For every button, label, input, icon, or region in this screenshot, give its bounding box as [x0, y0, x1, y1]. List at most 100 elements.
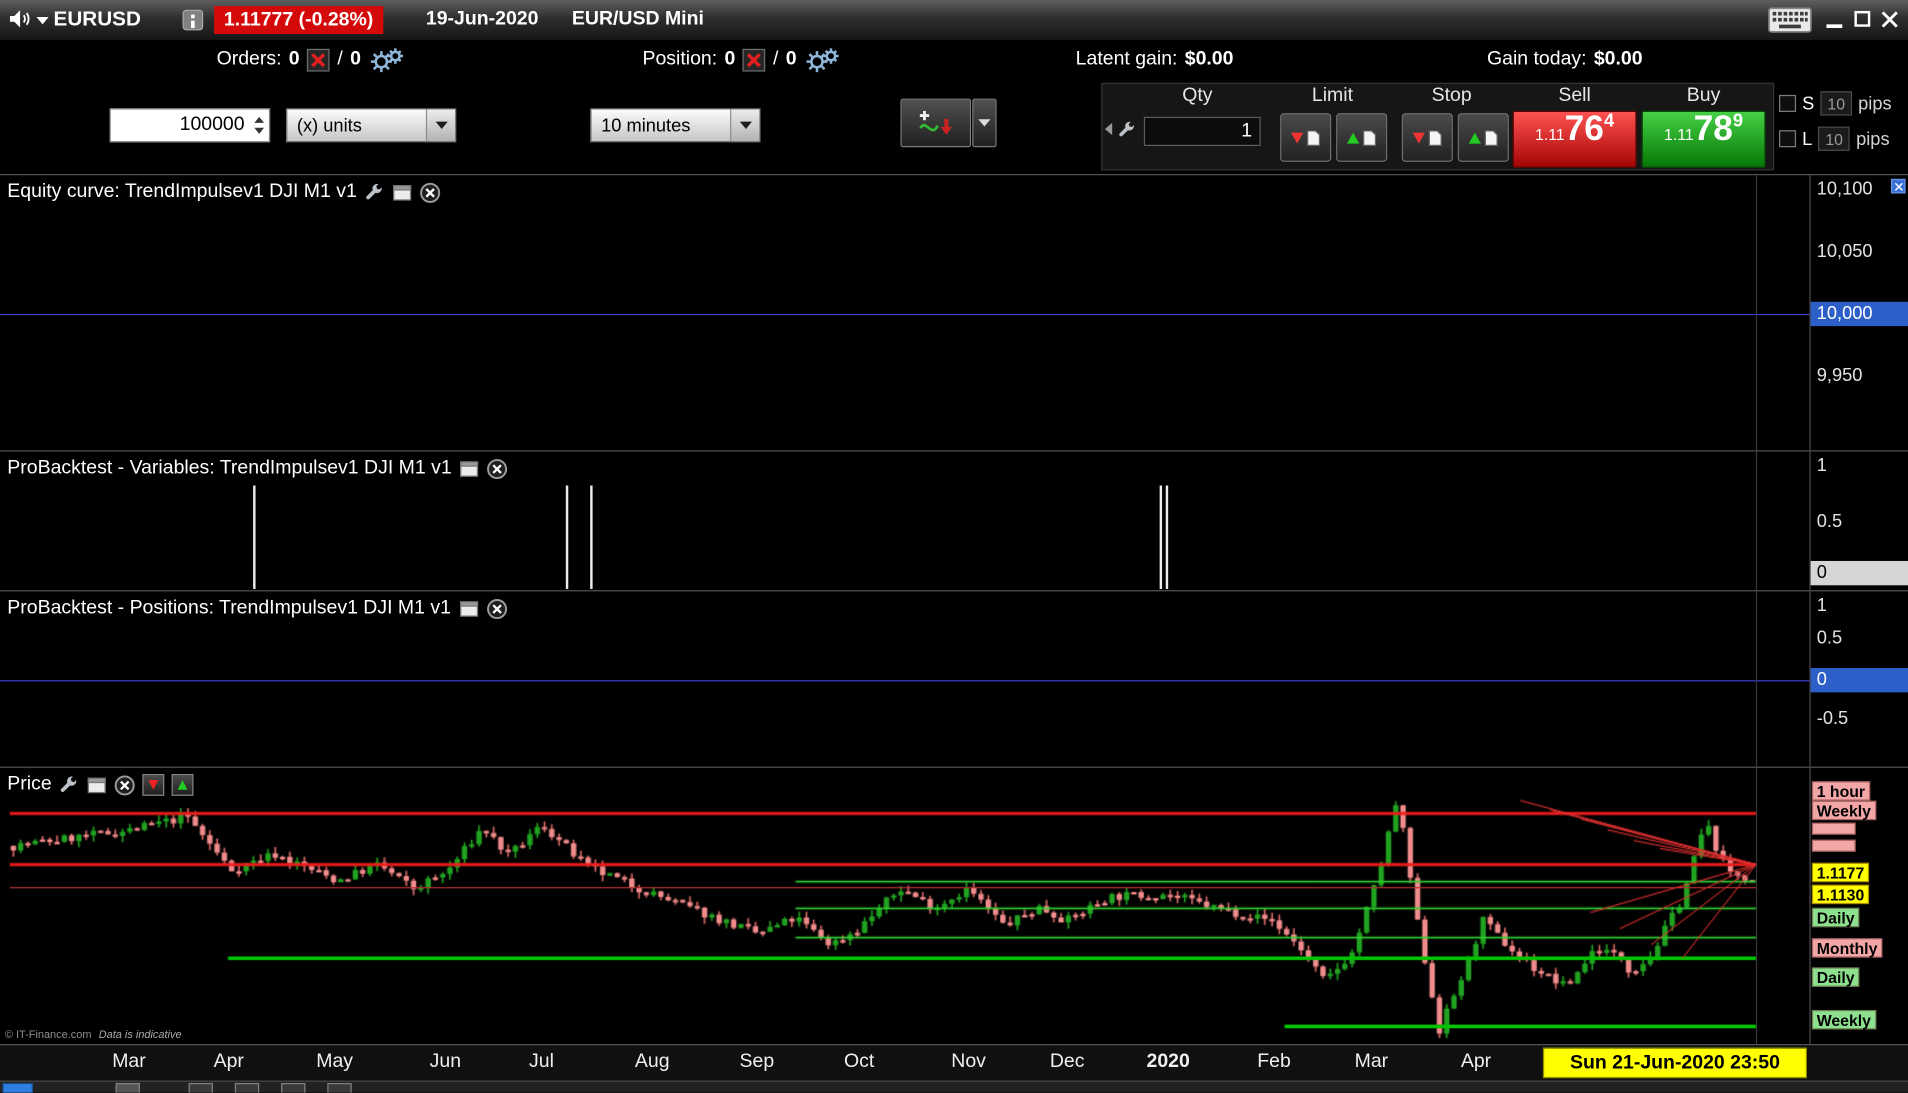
sell-price-prefix: 1.11	[1535, 125, 1565, 144]
bottom-toolbar-icon[interactable]	[327, 1082, 352, 1093]
position-separator: /	[773, 48, 779, 70]
buy-arrow-button[interactable]	[172, 773, 195, 796]
price-axis-tag: Weekly	[1811, 800, 1876, 821]
quote-date: 19-Jun-2020	[425, 8, 539, 30]
sell-price-main: 76	[1564, 109, 1604, 149]
minimize-button[interactable]	[1824, 10, 1846, 29]
buy-stop-button[interactable]	[1457, 113, 1509, 162]
maximize-button[interactable]	[1852, 10, 1874, 29]
variables-detach-window-icon[interactable]	[459, 458, 480, 479]
position-settings-gear-icon[interactable]	[804, 46, 841, 74]
x-axis-tick: Aug	[634, 1051, 670, 1073]
x-axis-tick: Dec	[1049, 1051, 1085, 1073]
units-dropdown[interactable]: (x) units	[285, 108, 457, 143]
price-axis-tag: Monthly	[1811, 938, 1883, 958]
sell-arrow-button[interactable]	[142, 773, 165, 796]
symbol-dropdown-caret-icon[interactable]	[36, 17, 49, 25]
equity-detach-window-icon[interactable]	[392, 182, 413, 203]
axis-label: 10,000	[1810, 301, 1908, 327]
bottom-toolbar-icon[interactable]	[2, 1082, 33, 1093]
cursor-datetime-box: Sun 21-Jun-2020 23:50	[1542, 1047, 1808, 1079]
order-status-bar: Orders: 0 / 0 Position: 0 / 0 Latent gai…	[0, 40, 1908, 80]
sell-header: Sell	[1558, 85, 1591, 106]
add-indicator-button[interactable]	[900, 98, 972, 148]
price-settings-wrench-icon[interactable]	[59, 775, 80, 796]
equity-settings-wrench-icon[interactable]	[364, 182, 385, 203]
long-checkbox[interactable]	[1779, 130, 1797, 148]
position-label: Position:	[642, 48, 718, 70]
orders-status: Orders: 0 / 0	[217, 40, 405, 79]
equity-curve-panel: Equity curve: TrendImpulsev1 DJI M1 v1 1…	[0, 174, 1908, 451]
sell-stop-button[interactable]	[1401, 113, 1453, 162]
order-quantity-input[interactable]	[1143, 116, 1261, 147]
variables-close-icon[interactable]	[487, 458, 508, 479]
copyright-note: © IT-Finance.com Data is indicative	[5, 1028, 182, 1040]
x-axis-tick: Sep	[739, 1051, 775, 1073]
collapse-order-panel-icon[interactable]	[1104, 122, 1113, 136]
long-pips-input[interactable]	[1818, 126, 1851, 151]
x-axis-tick: Oct	[843, 1051, 875, 1073]
x-axis-tick: Mar	[1354, 1051, 1389, 1073]
price-chart-canvas[interactable]	[0, 767, 1810, 1045]
stop-limit-pips-cluster: S pips L pips	[1779, 91, 1892, 151]
red-down-arrow-icon	[1291, 132, 1304, 143]
variable-spike	[1165, 485, 1169, 589]
buy-price-main: 78	[1693, 109, 1733, 149]
price-axis-tag: Weekly	[1811, 1009, 1876, 1030]
green-up-arrow-icon	[1468, 132, 1481, 143]
buy-button[interactable]: 1.11 78 9	[1641, 109, 1766, 168]
bottom-toolbar-icon[interactable]	[234, 1082, 260, 1093]
quantity-input[interactable]	[109, 108, 271, 143]
order-page-icon	[1307, 130, 1320, 146]
announcement-speaker-icon[interactable]	[9, 9, 32, 36]
positions-close-icon[interactable]	[486, 598, 507, 619]
equity-panel-title: Equity curve: TrendImpulsev1 DJI M1 v1	[7, 181, 357, 202]
position-count-2: 0	[785, 48, 797, 70]
stop-header: Stop	[1431, 85, 1472, 106]
axis-label: 1	[1816, 595, 1827, 616]
buy-limit-button[interactable]	[1336, 113, 1388, 162]
close-button[interactable]	[1881, 10, 1903, 29]
x-axis-tick: Jun	[429, 1051, 462, 1073]
price-axis-tag: 1.1130	[1811, 884, 1870, 905]
price-axis-tag: 1 hour	[1811, 781, 1870, 801]
variables-axis: 1 0.5 0	[1809, 451, 1908, 591]
price-detach-window-icon[interactable]	[87, 775, 108, 796]
close-position-button[interactable]	[743, 48, 766, 71]
variable-spike	[590, 485, 593, 589]
timeframe-dropdown[interactable]: 10 minutes	[590, 108, 761, 143]
short-pips-input[interactable]	[1820, 91, 1853, 116]
price-close-icon[interactable]	[115, 775, 136, 796]
cancel-orders-button[interactable]	[307, 48, 330, 71]
bottom-toolbar-icon[interactable]	[188, 1082, 213, 1093]
bottom-toolbar-icon[interactable]	[281, 1082, 306, 1093]
backtest-positions-panel: ProBacktest - Positions: TrendImpulsev1 …	[0, 590, 1908, 767]
timeframe-dropdown-arrow-icon[interactable]	[730, 109, 760, 142]
bottom-toolbar-icon[interactable]	[115, 1082, 140, 1093]
positions-panel-header: ProBacktest - Positions: TrendImpulsev1 …	[7, 597, 507, 619]
sell-limit-button[interactable]	[1280, 113, 1332, 162]
positions-detach-window-icon[interactable]	[458, 598, 479, 619]
equity-axis: 10,100 10,050 10,000 9,950	[1809, 175, 1908, 451]
indicator-dropdown-arrow[interactable]	[972, 98, 997, 148]
limit-header: Limit	[1311, 85, 1353, 106]
units-dropdown-arrow-icon[interactable]	[425, 109, 456, 142]
red-down-arrow-icon	[1412, 132, 1425, 143]
price-axis: 1 hour Weekly 1.1177 1.1130 Daily Monthly Dail…	[1809, 767, 1908, 1045]
order-settings-wrench-icon[interactable]	[1117, 120, 1136, 139]
short-checkbox[interactable]	[1779, 94, 1797, 112]
buy-price-prefix: 1.11	[1664, 125, 1694, 144]
sell-button[interactable]: 1.11 76 4	[1512, 109, 1637, 168]
short-pips-row: S pips	[1779, 91, 1892, 116]
x-axis-tick: Feb	[1257, 1051, 1291, 1073]
price-axis-tag	[1811, 839, 1856, 852]
equity-close-icon[interactable]	[420, 182, 441, 203]
orders-settings-gear-icon[interactable]	[368, 46, 405, 74]
positions-plot: ProBacktest - Positions: TrendImpulsev1 …	[0, 591, 1810, 767]
quantity-spinner[interactable]	[251, 111, 268, 140]
position-count: 0	[724, 48, 736, 70]
axis-label: 0	[1810, 560, 1908, 586]
info-icon[interactable]	[182, 9, 204, 31]
keyboard-icon[interactable]	[1768, 7, 1812, 33]
order-page-icon	[1429, 130, 1442, 146]
